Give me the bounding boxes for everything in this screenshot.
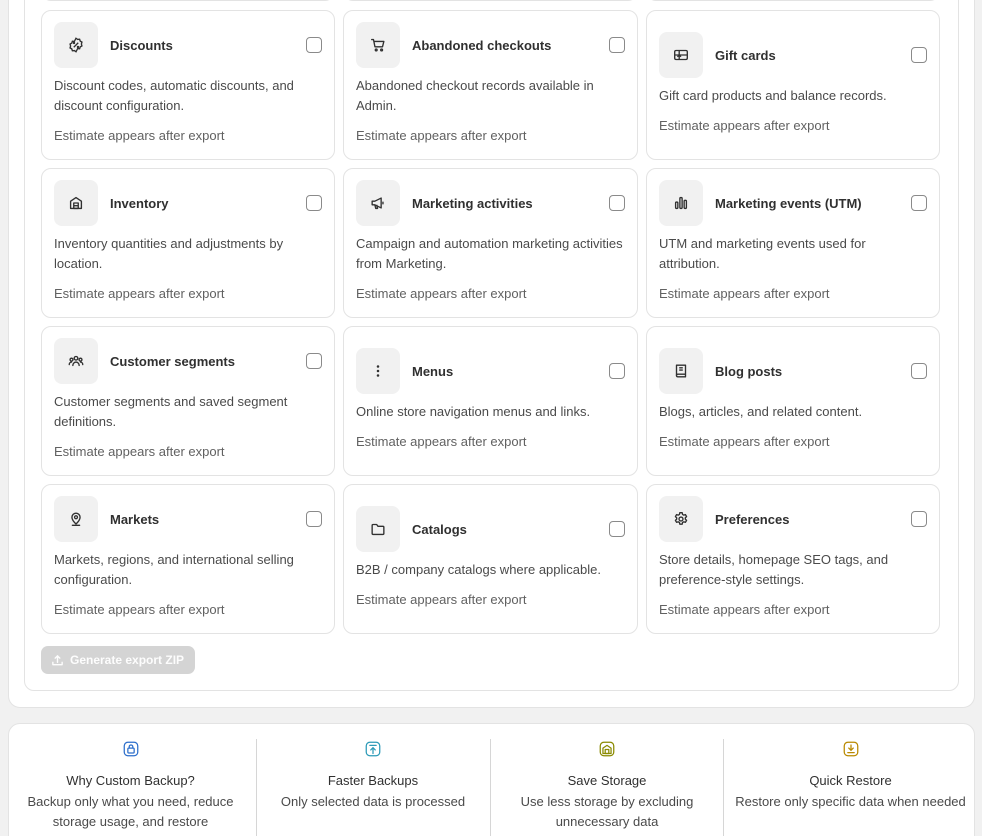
divider (256, 739, 257, 836)
tile-title: Customer segments (110, 353, 235, 369)
tile-estimate: Estimate appears after export (356, 128, 527, 143)
tile-estimate: Estimate appears after export (54, 128, 225, 143)
tile-title: Abandoned checkouts (412, 37, 552, 53)
tile-preferences[interactable]: Preferences Store details, homepage SEO … (646, 484, 940, 634)
feature-description: Backup only what you need, reduce storag… (27, 794, 234, 829)
megaphone-icon (356, 180, 400, 226)
tile-description: Store details, homepage SEO tags, and pr… (659, 552, 889, 587)
tile-description: Markets, regions, and international sell… (54, 552, 294, 587)
tile-estimate: Estimate appears after export (54, 444, 225, 459)
tile-abandoned-checkouts[interactable]: Abandoned checkouts Abandoned checkout r… (343, 10, 638, 160)
tile-marketing-events[interactable]: Marketing events (UTM) UTM and marketing… (646, 168, 940, 318)
tile-blog-posts[interactable]: Blog posts Blogs, articles, and related … (646, 326, 940, 476)
inventory-icon (54, 180, 98, 226)
tile-title: Gift cards (715, 47, 776, 63)
feature-description: Restore only specific data when needed (735, 794, 966, 809)
feature-title: Faster Backups (327, 773, 419, 788)
tile-checkbox[interactable] (306, 37, 322, 53)
download-icon (841, 739, 861, 759)
tile-title: Preferences (715, 511, 790, 527)
tile-checkbox[interactable] (911, 47, 927, 63)
feature-title: Save Storage (567, 773, 647, 788)
tile-checkbox[interactable] (609, 521, 625, 537)
discount-icon (54, 22, 98, 68)
more-vertical-icon (356, 348, 400, 394)
generate-export-label: Generate export ZIP (70, 653, 185, 667)
upload-icon (363, 739, 383, 759)
tile-title: Menus (412, 363, 454, 379)
tile-checkbox[interactable] (306, 511, 322, 527)
storage-icon (597, 739, 617, 759)
tile-menus[interactable]: Menus Online store navigation menus and … (343, 326, 638, 476)
tile-description: UTM and marketing events used for attrib… (659, 236, 866, 271)
tile-checkbox[interactable] (609, 363, 625, 379)
gift-card-icon (659, 32, 703, 78)
tile-estimate: Estimate appears after export (659, 602, 830, 617)
divider (490, 739, 491, 836)
tile-estimate: Estimate appears after export (356, 592, 527, 607)
blog-icon (659, 348, 703, 394)
tile-description: Gift card products and balance records. (659, 88, 887, 103)
tile-gift-cards[interactable]: Gift cards Gift card products and balanc… (646, 10, 940, 160)
tile-customer-segments[interactable]: Customer segments Customer segments and … (41, 326, 335, 476)
generate-export-button[interactable]: Generate export ZIP (41, 646, 196, 674)
tile-description: Blogs, articles, and related content. (659, 404, 863, 419)
feature-save-storage: Save Storage Use less storage by excludi… (495, 739, 719, 832)
tile-checkbox[interactable] (609, 37, 625, 53)
tile-estimate: Estimate appears after export (54, 286, 225, 301)
previous-tile-edge (343, 0, 638, 1)
tile-inventory[interactable]: Inventory Inventory quantities and adjus… (41, 168, 335, 318)
feature-faster-backups: Faster Backups Only selected data is pro… (261, 739, 485, 812)
tile-estimate: Estimate appears after export (356, 286, 527, 301)
previous-tile-edge (41, 0, 335, 1)
feature-quick-restore: Quick Restore Restore only specific data… (729, 739, 972, 812)
tile-checkbox[interactable] (609, 195, 625, 211)
tile-catalogs[interactable]: Catalogs B2B / company catalogs where ap… (343, 484, 638, 634)
tile-checkbox[interactable] (306, 353, 322, 369)
tile-checkbox[interactable] (911, 195, 927, 211)
tile-discounts[interactable]: Discounts Discount codes, automatic disc… (41, 10, 335, 160)
tile-checkbox[interactable] (911, 363, 927, 379)
tile-title: Marketing events (UTM) (715, 195, 862, 211)
data-type-grid: Discounts Discount codes, automatic disc… (41, 10, 940, 634)
tile-title: Blog posts (715, 363, 783, 379)
cart-icon (356, 22, 400, 68)
people-icon (54, 338, 98, 384)
benefits-card: Why Custom Backup? Backup only what you … (8, 723, 975, 836)
location-pin-icon (54, 496, 98, 542)
previous-tile-edge (646, 0, 940, 1)
tile-description: B2B / company catalogs where applicable. (356, 562, 601, 577)
gear-icon (659, 496, 703, 542)
tile-marketing-activities[interactable]: Marketing activities Campaign and automa… (343, 168, 638, 318)
divider (723, 739, 724, 836)
feature-description: Only selected data is processed (280, 794, 466, 809)
tile-description: Online store navigation menus and links. (356, 404, 591, 419)
tile-description: Abandoned checkout records available in … (356, 78, 594, 113)
tile-description: Campaign and automation marketing activi… (356, 236, 623, 271)
bar-chart-icon (659, 180, 703, 226)
tile-estimate: Estimate appears after export (659, 118, 830, 133)
lock-icon (121, 739, 141, 759)
tile-checkbox[interactable] (911, 511, 927, 527)
tile-description: Inventory quantities and adjustments by … (54, 236, 284, 271)
feature-custom-backup: Why Custom Backup? Backup only what you … (14, 739, 247, 832)
folder-icon (356, 506, 400, 552)
tile-title: Inventory (110, 195, 169, 211)
tile-markets[interactable]: Markets Markets, regions, and internatio… (41, 484, 335, 634)
tile-estimate: Estimate appears after export (356, 434, 527, 449)
tile-title: Markets (110, 511, 160, 527)
feature-title: Quick Restore (809, 773, 892, 788)
tile-title: Marketing activities (412, 195, 533, 211)
feature-title: Why Custom Backup? (66, 773, 195, 788)
tile-title: Discounts (110, 37, 173, 53)
tile-description: Discount codes, automatic discounts, and… (54, 78, 294, 113)
tile-estimate: Estimate appears after export (54, 602, 225, 617)
upload-icon (52, 654, 63, 665)
feature-description: Use less storage by excluding unnecessar… (520, 794, 694, 829)
tile-estimate: Estimate appears after export (659, 434, 830, 449)
tile-estimate: Estimate appears after export (659, 286, 830, 301)
tile-description: Customer segments and saved segment defi… (54, 394, 288, 429)
tile-title: Catalogs (412, 521, 467, 537)
tile-checkbox[interactable] (306, 195, 322, 211)
